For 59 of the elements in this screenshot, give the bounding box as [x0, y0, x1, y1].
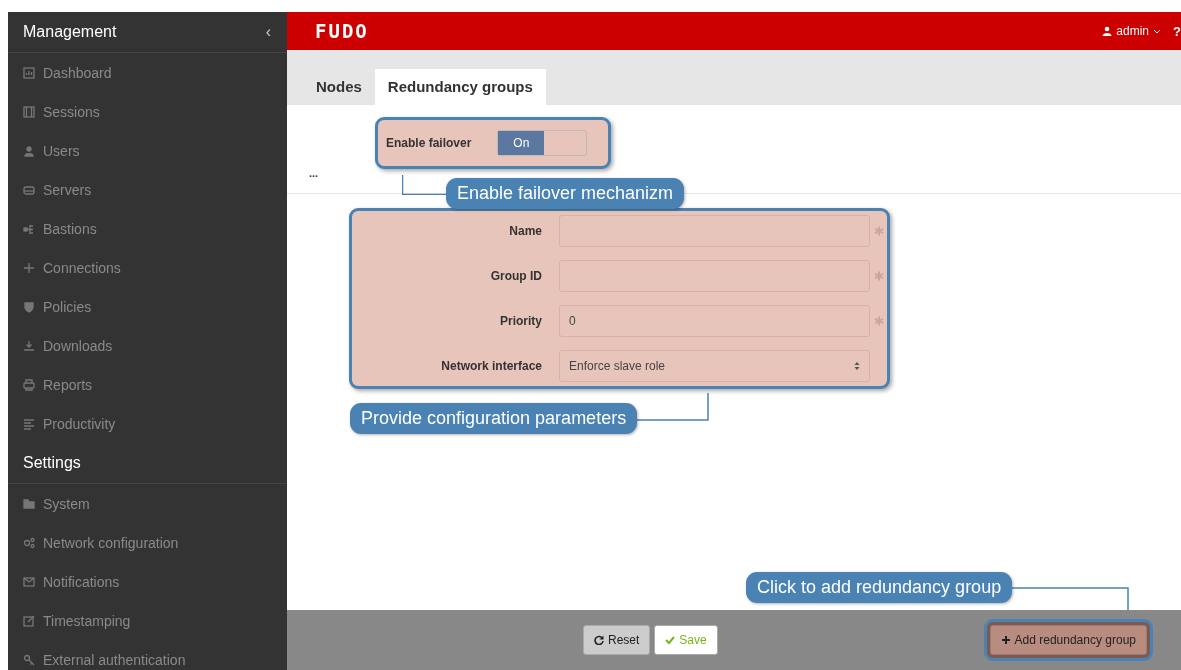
- field-label: Enable failover: [386, 136, 472, 150]
- collapse-button[interactable]: ‹: [265, 23, 271, 41]
- callout: Enable failover mechanizm: [446, 178, 685, 209]
- toggle-switch[interactable]: On: [497, 130, 588, 156]
- download-icon: [23, 339, 35, 352]
- sidebar-item[interactable]: Sessions: [8, 92, 287, 131]
- select-dropdown[interactable]: Enforce slave role: [559, 350, 870, 382]
- leader-line: [637, 393, 709, 421]
- reset-button[interactable]: Reset: [583, 625, 651, 655]
- folder-icon: [23, 497, 35, 510]
- more-text: ...: [309, 167, 319, 179]
- refresh-icon: [594, 635, 604, 645]
- sidebar-item[interactable]: Policies: [8, 287, 287, 326]
- add-redundancy-group-button[interactable]: Add redundancy group: [989, 625, 1147, 655]
- sidebar-item[interactable]: Servers: [8, 170, 287, 209]
- chart-icon: [23, 66, 35, 79]
- sidebar-item[interactable]: Reports: [8, 365, 287, 404]
- leader-line: [402, 175, 446, 195]
- sidebar-item[interactable]: Productivity: [8, 404, 287, 443]
- field-label: Priority: [499, 314, 542, 328]
- tree-icon: [23, 222, 35, 235]
- film-icon: [23, 105, 35, 118]
- tab[interactable]: Nodes: [303, 69, 375, 105]
- updown-arrows-icon: [854, 361, 860, 371]
- help-button[interactable]: ?: [1173, 23, 1181, 39]
- field-label: Name: [508, 224, 542, 238]
- section-title: Management: [23, 23, 117, 41]
- key-icon: [23, 653, 35, 666]
- user-menu[interactable]: admin: [1102, 24, 1161, 38]
- section-title: Settings: [23, 454, 81, 472]
- caret-icon: [1153, 28, 1161, 34]
- plus-icon: [1000, 635, 1011, 645]
- sidebar-item[interactable]: Notifications: [8, 562, 287, 601]
- input-field[interactable]: 0: [559, 305, 870, 337]
- edit-icon: [23, 614, 35, 627]
- sidebar-item[interactable]: Network configuration: [8, 523, 287, 562]
- sidebar-item[interactable]: System: [8, 484, 287, 523]
- lines-icon: [23, 417, 35, 430]
- mail-icon: [23, 575, 35, 588]
- sidebar-item[interactable]: External authentication: [8, 640, 287, 670]
- gears-icon: [23, 536, 35, 549]
- check-icon: [665, 635, 676, 645]
- callout: Provide configuration parameters: [350, 403, 638, 434]
- sidebar-item[interactable]: Timestamping: [8, 601, 287, 640]
- save-button[interactable]: Save: [654, 625, 718, 655]
- sidebar-item[interactable]: Bastions: [8, 209, 287, 248]
- field-label: Group ID: [489, 269, 542, 283]
- sidebar-item[interactable]: Downloads: [8, 326, 287, 365]
- shield-icon: [23, 300, 35, 313]
- logo: FUDO: [315, 20, 369, 42]
- sidebar-item[interactable]: Connections: [8, 248, 287, 287]
- user-icon: [1102, 26, 1113, 36]
- sidebar-item[interactable]: Users: [8, 131, 287, 170]
- callout: Click to add redundancy group: [746, 572, 1013, 603]
- field-label: Network interface: [440, 359, 542, 373]
- print-icon: [23, 378, 35, 391]
- tab[interactable]: Redundancy groups: [374, 69, 546, 105]
- sidebar-item[interactable]: Dashboard: [8, 53, 287, 92]
- drive-icon: [23, 183, 35, 196]
